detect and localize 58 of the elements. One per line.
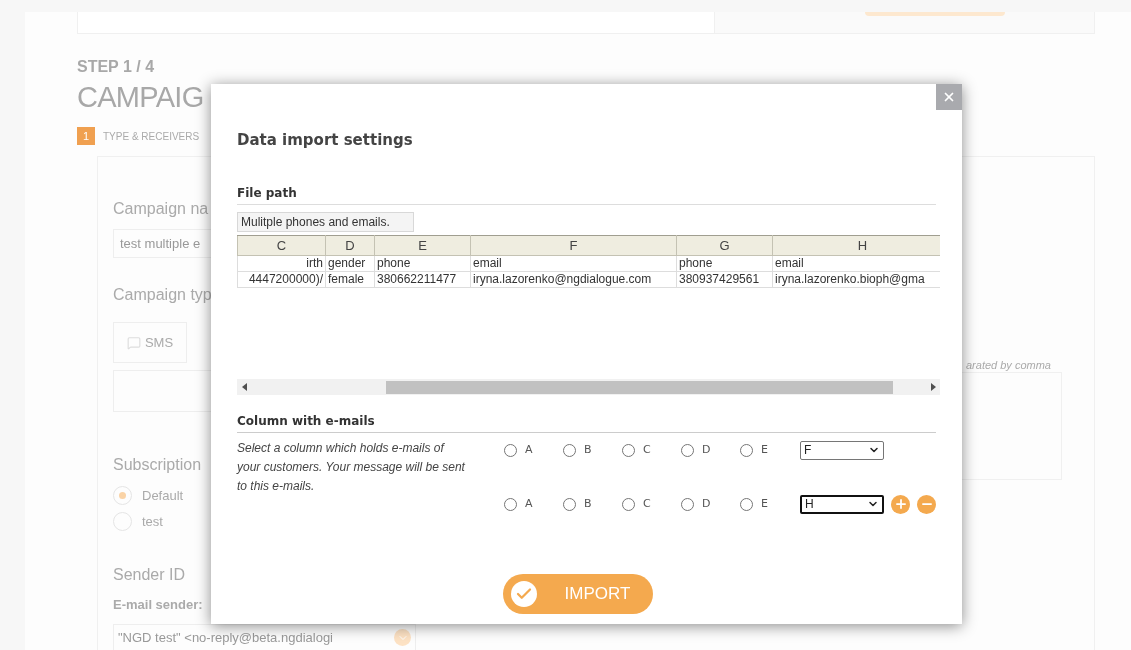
- radio-label: E: [761, 495, 768, 512]
- dialog-title: Data import settings: [237, 130, 414, 151]
- table-cell: irth: [237, 255, 326, 272]
- horizontal-scrollbar[interactable]: [237, 379, 940, 395]
- table-cell: phone: [676, 255, 773, 272]
- table-cell: iryna.lazorenko.bioph@gma: [772, 271, 940, 288]
- close-button[interactable]: [936, 84, 962, 110]
- table-cell: female: [325, 271, 375, 288]
- column-header: D: [325, 235, 375, 256]
- step-number: 1: [77, 127, 95, 145]
- column-header: F: [470, 235, 677, 256]
- description-text: Select a column which holds e-mails of your customers. Your message will be sent to this e-mails.: [237, 440, 466, 495]
- radio-label: C: [643, 495, 651, 512]
- field-label: Sender ID: [113, 565, 186, 585]
- radio-label: C: [643, 441, 651, 458]
- chat-icon: [126, 335, 141, 350]
- plus-icon: [893, 497, 908, 511]
- table-cell: 380937429561: [676, 271, 773, 288]
- radio-label: D: [702, 495, 711, 512]
- file-path-field[interactable]: Mulitple phones and emails.: [237, 211, 414, 232]
- add-button[interactable]: [891, 494, 910, 514]
- field-label: Campaign na: [113, 199, 209, 219]
- column-header: G: [676, 235, 773, 256]
- radio-label: B: [584, 441, 592, 458]
- table-cell: 4447200000)/: [237, 271, 326, 288]
- section-heading: Column with e-mails: [237, 412, 936, 433]
- radio-label: B: [584, 495, 592, 512]
- column-header: H: [772, 235, 940, 256]
- table-cell: email: [772, 255, 940, 272]
- field-label: Campaign typ: [113, 285, 212, 305]
- column-header: C: [237, 235, 326, 256]
- table-cell: 380662211477: [374, 271, 471, 288]
- page-title: CAMPAIG: [77, 80, 204, 115]
- remove-button[interactable]: [917, 494, 936, 514]
- radio-label: A: [525, 495, 533, 512]
- column-header: E: [374, 235, 471, 256]
- import-button[interactable]: IMPORT: [502, 574, 653, 614]
- radio-label: E: [761, 441, 768, 458]
- column-select[interactable]: F: [800, 440, 884, 460]
- column-select[interactable]: H: [800, 494, 884, 514]
- radio-label: test: [142, 512, 163, 531]
- table-cell: email: [470, 255, 677, 272]
- section-heading: File path: [237, 183, 936, 205]
- step-link[interactable]: TYPE & RECEIVERS: [103, 128, 200, 144]
- close-icon: [942, 90, 956, 104]
- radio-label: D: [702, 441, 711, 458]
- check-icon: [510, 581, 537, 607]
- field-label: E-mail sender:: [113, 596, 203, 614]
- step-label: STEP 1 / 4: [77, 57, 155, 77]
- table-cell: gender: [325, 255, 375, 272]
- table-cell: iryna.lazorenko@ngdialogue.com: [470, 271, 677, 288]
- radio-label: Default: [142, 487, 184, 505]
- field-label: Subscription: [113, 455, 202, 475]
- scrollbar-thumb[interactable]: [386, 380, 893, 394]
- table-cell: phone: [374, 255, 471, 272]
- type-button[interactable]: SMS: [113, 322, 187, 363]
- radio-label: A: [525, 441, 533, 458]
- hint-text: arated by comma: [966, 358, 1051, 373]
